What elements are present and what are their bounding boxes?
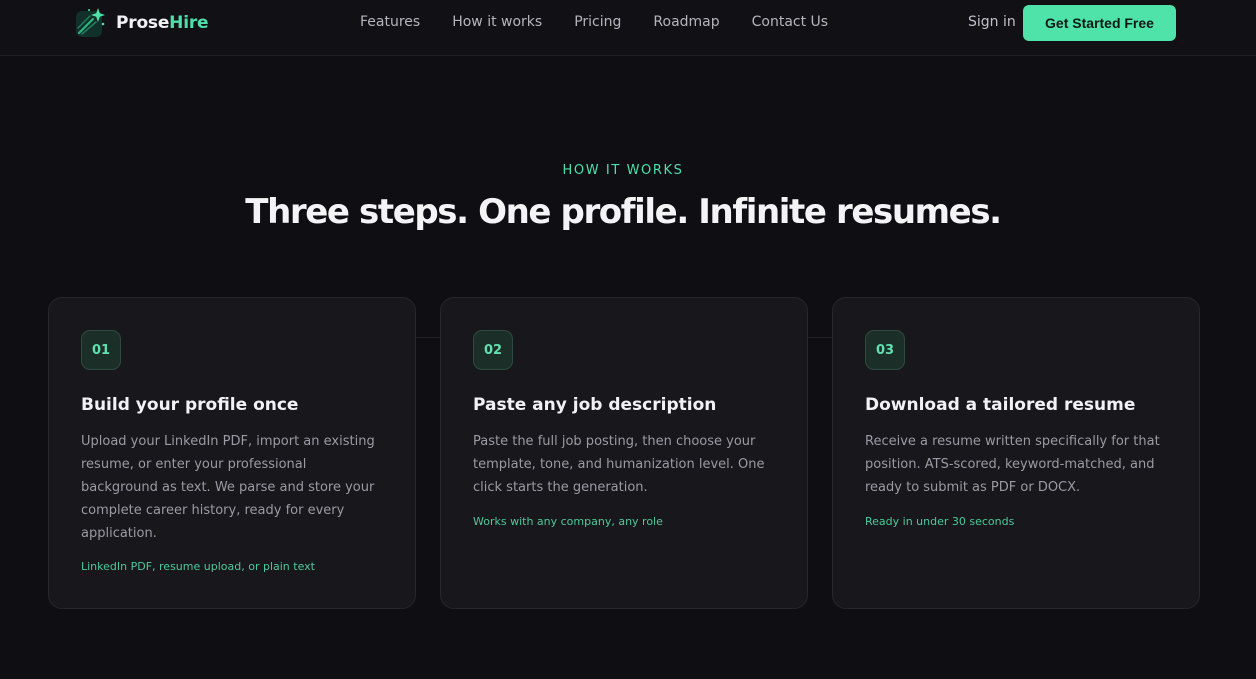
step-description: Upload your LinkedIn PDF, import an exis…	[81, 434, 375, 541]
step-note: Ready in under 30 seconds	[865, 515, 1015, 528]
step-title: Paste any job description	[473, 395, 717, 415]
brand-name-prose: Prose	[116, 13, 170, 33]
step-number-badge: 03	[865, 330, 905, 370]
nav-item-contact-us[interactable]: Contact Us	[752, 14, 828, 30]
brand-name-hire: Hire	[169, 13, 209, 33]
sparkle-logo-icon	[76, 8, 105, 37]
brand-name: ProseHire	[116, 13, 209, 33]
brand-logo-link[interactable]: ProseHire	[74, 6, 209, 40]
step-card-1: 01 Build your profile once Upload your L…	[48, 297, 416, 609]
step-number-badge: 01	[81, 330, 121, 370]
nav-item-features[interactable]: Features	[360, 14, 420, 30]
sign-in-link[interactable]: Sign in	[968, 14, 1016, 30]
step-title: Download a tailored resume	[865, 395, 1136, 415]
section-eyebrow: HOW IT WORKS	[562, 163, 684, 178]
step-number-badge: 02	[473, 330, 513, 370]
top-navigation-bar: ProseHire Features How it works Pricing …	[0, 0, 1256, 56]
main-nav: Features How it works Pricing Roadmap Co…	[360, 14, 828, 30]
step-description: Paste the full job posting, then choose …	[473, 434, 765, 495]
step-note: Works with any company, any role	[473, 515, 663, 528]
nav-item-how-it-works[interactable]: How it works	[452, 14, 542, 30]
step-description: Receive a resume written specifically fo…	[865, 434, 1160, 495]
nav-item-pricing[interactable]: Pricing	[574, 14, 621, 30]
step-title: Build your profile once	[81, 395, 299, 415]
step-card-3: 03 Download a tailored resume Receive a …	[832, 297, 1200, 609]
nav-item-roadmap[interactable]: Roadmap	[653, 14, 719, 30]
step-card-2: 02 Paste any job description Paste the f…	[440, 297, 808, 609]
step-note: LinkedIn PDF, resume upload, or plain te…	[81, 560, 315, 573]
get-started-button[interactable]: Get Started Free	[1023, 5, 1176, 41]
section-headline: Three steps. One profile. Infinite resum…	[245, 192, 1002, 232]
